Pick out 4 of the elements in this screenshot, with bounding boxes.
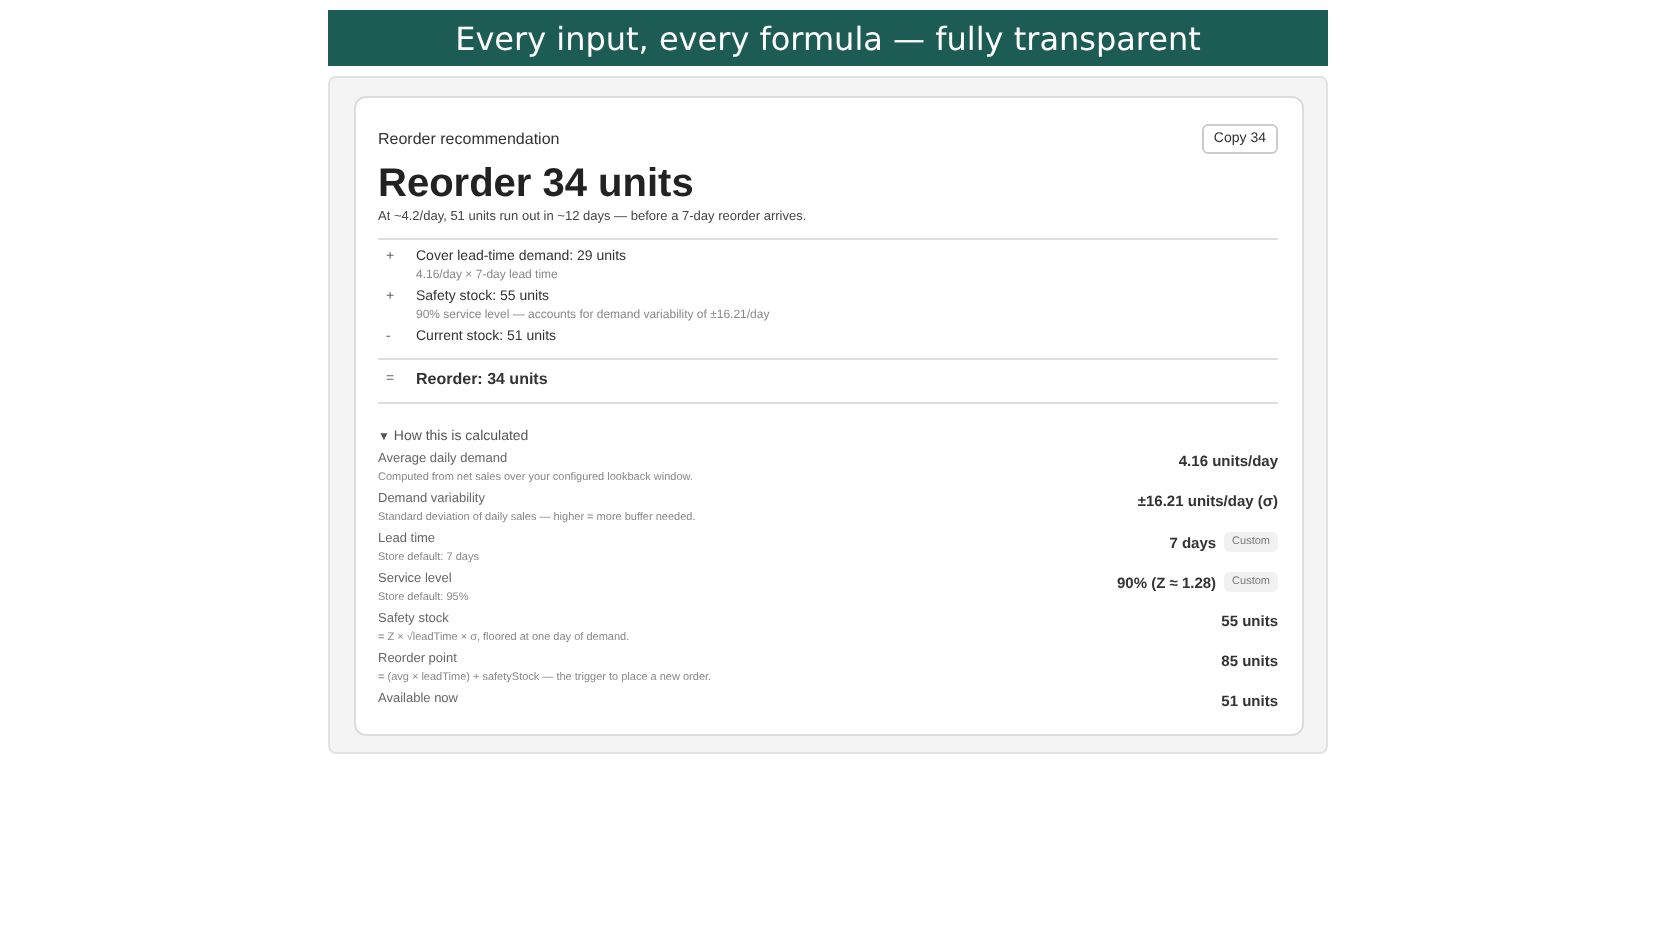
headline: Reorder 34 units xyxy=(378,162,696,208)
banner-title: Every input, every formula — fully transparent xyxy=(328,10,1328,66)
card-title: Reorder recommendation xyxy=(378,130,560,148)
result-label: Reorder: 34 units xyxy=(416,370,548,388)
